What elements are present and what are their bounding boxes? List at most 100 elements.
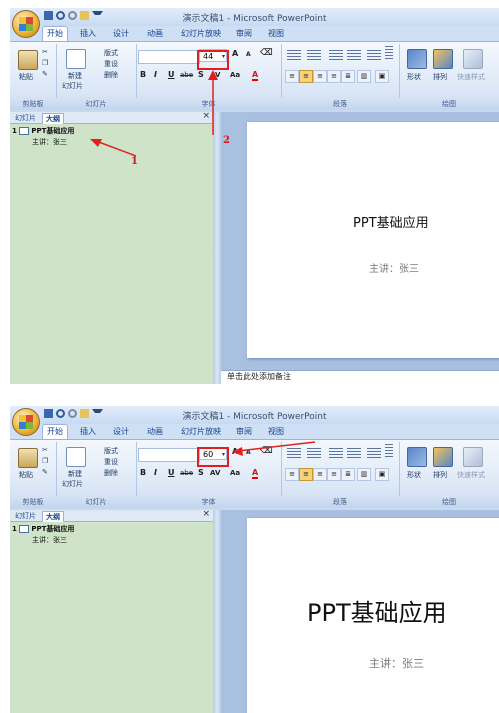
- save-icon[interactable]: [44, 409, 53, 418]
- decrease-indent-icon[interactable]: [329, 448, 343, 459]
- tab-review[interactable]: 审阅: [236, 27, 252, 41]
- line-spacing-icon[interactable]: [367, 50, 381, 61]
- new-slide-button[interactable]: 新建: [68, 71, 82, 81]
- delete-button[interactable]: 删除: [104, 70, 118, 80]
- numbering-icon[interactable]: [307, 50, 321, 61]
- tab-view[interactable]: 视图: [268, 27, 284, 41]
- cut-icon[interactable]: ✂: [42, 48, 48, 56]
- open-icon[interactable]: [80, 409, 89, 418]
- cut-icon[interactable]: ✂: [42, 446, 48, 454]
- tab-home[interactable]: 开始: [42, 424, 68, 440]
- align-left-icon[interactable]: ≡: [285, 468, 299, 481]
- tab-slideshow[interactable]: 幻灯片放映: [181, 425, 221, 439]
- tab-slides-panel[interactable]: 幻灯片: [12, 113, 39, 123]
- grow-font-button[interactable]: A: [232, 49, 238, 58]
- align-center-icon[interactable]: ≡: [299, 468, 313, 481]
- increase-indent-icon[interactable]: [347, 448, 361, 459]
- slide-canvas[interactable]: PPT基础应用 主讲：张三: [247, 122, 499, 358]
- text-direction-icon[interactable]: [385, 46, 393, 60]
- underline-button[interactable]: U: [168, 70, 175, 79]
- undo-icon[interactable]: [56, 409, 65, 418]
- customize-qat-icon[interactable]: [92, 409, 103, 418]
- tab-design[interactable]: 设计: [113, 27, 129, 41]
- change-case-button[interactable]: Aa: [230, 71, 240, 79]
- tab-insert[interactable]: 插入: [80, 27, 96, 41]
- italic-button[interactable]: I: [154, 468, 157, 477]
- change-case-button[interactable]: Aa: [230, 469, 240, 477]
- tab-outline-panel[interactable]: 大纲: [42, 511, 64, 522]
- smartart-icon[interactable]: ▣: [375, 70, 389, 83]
- delete-button[interactable]: 删除: [104, 468, 118, 478]
- arrange-button[interactable]: 排列: [433, 470, 447, 480]
- tab-design[interactable]: 设计: [113, 425, 129, 439]
- clear-format-icon[interactable]: ⌫: [260, 446, 273, 456]
- tab-insert[interactable]: 插入: [80, 425, 96, 439]
- shrink-font-button[interactable]: A: [246, 449, 251, 456]
- slide-subtitle[interactable]: 主讲：张三: [369, 260, 419, 275]
- slide-title[interactable]: PPT基础应用: [307, 593, 447, 628]
- paste-button[interactable]: 粘贴: [19, 470, 33, 480]
- splitter-2[interactable]: [213, 510, 221, 713]
- shrink-font-button[interactable]: A: [246, 51, 251, 58]
- tab-outline-panel[interactable]: 大纲: [42, 113, 64, 124]
- customize-qat-icon[interactable]: [92, 11, 103, 20]
- align-right-icon[interactable]: ≡: [313, 70, 327, 83]
- bullets-icon[interactable]: [287, 448, 301, 459]
- redo-icon[interactable]: [68, 11, 77, 20]
- splitter[interactable]: [213, 112, 221, 384]
- align-left-icon[interactable]: ≡: [285, 70, 299, 83]
- new-slide-button[interactable]: 新建: [68, 469, 82, 479]
- columns-icon[interactable]: ▥: [357, 468, 371, 481]
- numbering-icon[interactable]: [307, 448, 321, 459]
- decrease-indent-icon[interactable]: [329, 50, 343, 61]
- office-button[interactable]: [12, 10, 40, 38]
- line-spacing-icon[interactable]: [367, 448, 381, 459]
- shapes-button[interactable]: 形状: [407, 72, 421, 82]
- new-slide-icon[interactable]: [66, 447, 86, 467]
- char-spacing-button[interactable]: AV: [210, 71, 220, 79]
- slide-subtitle[interactable]: 主讲：张三: [369, 655, 424, 671]
- notes-pane[interactable]: 单击此处添加备注: [221, 370, 499, 384]
- distribute-icon[interactable]: ≣: [341, 468, 355, 481]
- tab-view[interactable]: 视图: [268, 425, 284, 439]
- font-color-button[interactable]: A: [252, 468, 259, 479]
- clear-format-icon[interactable]: ⌫: [260, 48, 273, 58]
- justify-icon[interactable]: ≡: [327, 70, 341, 83]
- tab-review[interactable]: 审阅: [236, 425, 252, 439]
- justify-icon[interactable]: ≡: [327, 468, 341, 481]
- copy-icon[interactable]: ❐: [42, 457, 48, 465]
- shadow-button[interactable]: S: [198, 70, 204, 79]
- bold-button[interactable]: B: [140, 468, 146, 477]
- underline-button[interactable]: U: [168, 468, 175, 477]
- arrange-icon[interactable]: [433, 447, 453, 467]
- arrange-icon[interactable]: [433, 49, 453, 69]
- increase-indent-icon[interactable]: [347, 50, 361, 61]
- quick-styles-icon[interactable]: [463, 447, 483, 467]
- char-spacing-button[interactable]: AV: [210, 469, 220, 477]
- format-painter-icon[interactable]: ✎: [42, 70, 48, 78]
- shadow-button[interactable]: S: [198, 468, 204, 477]
- bold-button[interactable]: B: [140, 70, 146, 79]
- layout-button[interactable]: 版式: [104, 48, 118, 58]
- font-name-box[interactable]: [138, 50, 200, 64]
- arrange-button[interactable]: 排列: [433, 72, 447, 82]
- quick-styles-button[interactable]: 快速样式: [457, 470, 485, 480]
- bullets-icon[interactable]: [287, 50, 301, 61]
- reset-button[interactable]: 重设: [104, 457, 118, 467]
- redo-icon[interactable]: [68, 409, 77, 418]
- slide-title[interactable]: PPT基础应用: [353, 212, 429, 231]
- reset-button[interactable]: 重设: [104, 59, 118, 69]
- grow-font-button[interactable]: A: [232, 447, 238, 456]
- distribute-icon[interactable]: ≣: [341, 70, 355, 83]
- smartart-icon[interactable]: ▣: [375, 468, 389, 481]
- tab-animation[interactable]: 动画: [147, 27, 163, 41]
- undo-icon[interactable]: [56, 11, 65, 20]
- outline-subtitle[interactable]: 主讲：张三: [32, 137, 67, 147]
- paste-icon[interactable]: [18, 50, 38, 70]
- tab-home[interactable]: 开始: [42, 26, 68, 42]
- layout-button[interactable]: 版式: [104, 446, 118, 456]
- shapes-icon[interactable]: [407, 49, 427, 69]
- shapes-icon[interactable]: [407, 447, 427, 467]
- copy-icon[interactable]: ❐: [42, 59, 48, 67]
- outline-slide-title[interactable]: 1 PPT基础应用: [12, 126, 74, 136]
